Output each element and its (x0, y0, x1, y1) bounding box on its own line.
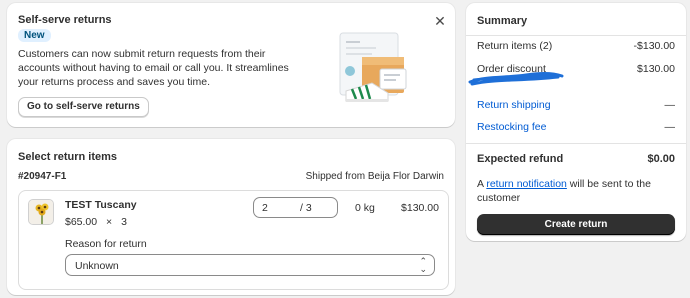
expected-refund-value: $0.00 (647, 153, 675, 165)
close-icon[interactable]: ✕ (433, 14, 447, 28)
unit-price-quantity: $65.00 × 3 (65, 216, 127, 228)
ordered-quantity: 3 (121, 216, 127, 228)
chevron-up-down-icon: ⌃ ⌄ (419, 256, 427, 274)
return-shipping-row: Return shipping — (477, 99, 675, 113)
return-items-title: Select return items (18, 151, 118, 163)
product-thumbnail (28, 199, 54, 225)
summary-divider (466, 35, 686, 36)
self-serve-title: Self-serve returns (18, 14, 112, 26)
return-quantity-value[interactable]: 2 (262, 202, 268, 214)
create-return-button[interactable]: Create return (477, 214, 675, 235)
product-name: TEST Tuscany (65, 199, 137, 211)
summary-card: Summary Return items (2) -$130.00 Order … (466, 3, 686, 241)
restocking-fee-row: Restocking fee — (477, 121, 675, 135)
reason-value: Unknown (75, 260, 119, 272)
return-items-row: Return items (2) -$130.00 (477, 40, 675, 54)
new-badge: New (18, 29, 51, 42)
self-serve-returns-card: Self-serve returns New Customers can now… (7, 3, 455, 127)
times-sign: × (106, 216, 113, 228)
return-shipping-value: — (664, 99, 676, 111)
note-prefix: A (477, 178, 487, 190)
unit-price: $65.00 (65, 216, 98, 228)
expected-refund-row: Expected refund $0.00 (477, 153, 675, 167)
sunflower-icon (29, 200, 53, 224)
return-quantity-input[interactable]: 2 / 3 (253, 197, 338, 218)
line-price: $130.00 (401, 202, 439, 214)
reason-select[interactable]: Unknown ⌃ ⌄ (65, 254, 435, 276)
expected-refund-label: Expected refund (477, 153, 564, 165)
redaction-scribble (468, 71, 564, 86)
order-discount-value: $130.00 (637, 63, 675, 75)
return-notification-link[interactable]: return notification (486, 178, 567, 190)
restocking-fee-value: — (664, 121, 676, 133)
notification-note: A return notification will be sent to th… (477, 177, 677, 205)
restocking-fee-link[interactable]: Restocking fee (477, 121, 546, 133)
reason-label: Reason for return (65, 238, 147, 250)
shipped-from: Shipped from Beija Flor Darwin (305, 171, 444, 182)
return-shipping-link[interactable]: Return shipping (477, 99, 551, 111)
summary-title: Summary (477, 15, 528, 27)
return-quantity-total: / 3 (300, 202, 312, 214)
item-weight: 0 kg (355, 202, 375, 214)
line-item-box: TEST Tuscany $65.00 × 3 2 / 3 0 kg $130.… (18, 190, 449, 290)
returns-illustration (339, 32, 407, 102)
summary-divider (466, 143, 686, 144)
return-items-card: Select return items #20947-F1 Shipped fr… (7, 139, 455, 295)
go-to-self-serve-button[interactable]: Go to self-serve returns (18, 97, 149, 117)
order-number: #20947-F1 (18, 171, 67, 182)
return-items-label: Return items (2) (477, 40, 553, 52)
self-serve-description: Customers can now submit return requests… (18, 48, 289, 88)
return-items-value: -$130.00 (633, 40, 675, 52)
